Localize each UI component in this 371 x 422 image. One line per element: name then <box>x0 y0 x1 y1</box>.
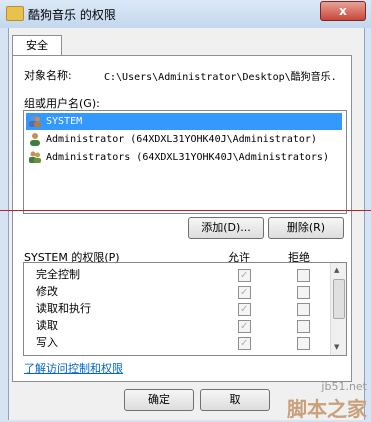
permission-row: 写入 <box>24 334 329 352</box>
user-name: Administrators (64XDXL31YOHK40J\Administ… <box>46 152 329 163</box>
object-name-value: C:\Users\Administrator\Desktop\酷狗音乐. <box>104 72 337 83</box>
user-group-icon <box>29 151 41 163</box>
groups-label: 组或用户名(G): <box>24 97 100 110</box>
allow-checkbox[interactable] <box>238 318 251 335</box>
list-item-administrator[interactable]: Administrator (64XDXL31YOHK40J\Administr… <box>26 131 342 148</box>
folder-icon <box>6 6 24 21</box>
permission-row: 读取和执行 <box>24 300 329 318</box>
deny-checkbox[interactable] <box>297 303 310 316</box>
permission-name: 读取 <box>36 319 58 332</box>
remove-button[interactable]: 删除(R) <box>268 217 344 239</box>
user-icon <box>30 133 40 146</box>
add-button[interactable]: 添加(D)... <box>188 217 264 239</box>
tab-security[interactable]: 安全 <box>12 35 62 56</box>
list-item-system[interactable]: SYSTEM <box>26 113 342 130</box>
scroll-down-icon[interactable]: ▼ <box>334 343 339 351</box>
watermark-site: jb51.net <box>321 380 367 393</box>
user-list[interactable]: SYSTEM Administrator (64XDXL31YOHK40J\Ad… <box>23 110 347 214</box>
window-title: 酷狗音乐 的权限 <box>28 8 116 22</box>
permissions-scrollbar[interactable]: ▲ ▼ <box>330 263 346 355</box>
allow-checkbox[interactable] <box>238 335 251 352</box>
allow-checkbox[interactable] <box>238 284 251 301</box>
allow-checkbox[interactable] <box>238 267 251 284</box>
permission-name: 修改 <box>36 285 58 298</box>
list-item-administrators[interactable]: Administrators (64XDXL31YOHK40J\Administ… <box>26 149 342 166</box>
allow-checkbox[interactable] <box>238 301 251 318</box>
close-button[interactable]: x <box>320 1 366 21</box>
watermark: jb51.net 脚本之家 <box>287 380 367 422</box>
deny-checkbox[interactable] <box>297 337 310 350</box>
user-group-icon <box>29 115 41 127</box>
title-bar: 酷狗音乐 的权限 x <box>0 0 371 28</box>
permission-row: 修改 <box>24 283 329 301</box>
object-name-label: 对象名称: <box>24 69 72 82</box>
user-name: SYSTEM <box>46 116 83 127</box>
divider-line <box>0 210 371 211</box>
permission-name: 完全控制 <box>36 268 80 281</box>
learn-access-control-link[interactable]: 了解访问控制和权限 <box>24 360 123 376</box>
permission-row: 读取 <box>24 317 329 335</box>
scroll-up-icon[interactable]: ▲ <box>334 266 339 274</box>
cancel-button[interactable]: 取 <box>200 389 270 411</box>
ok-button[interactable]: 确定 <box>124 389 194 411</box>
permission-name: 写入 <box>36 336 58 349</box>
deny-checkbox[interactable] <box>297 269 310 282</box>
permission-row: 完全控制 <box>24 266 329 284</box>
deny-checkbox[interactable] <box>297 320 310 333</box>
user-name: Administrator (64XDXL31YOHK40J\Administr… <box>46 134 317 145</box>
permissions-list: 完全控制 修改 读取和执行 读取 写入 ▲ ▼ <box>23 262 347 356</box>
permission-name: 读取和执行 <box>36 302 91 315</box>
deny-checkbox[interactable] <box>297 286 310 299</box>
watermark-brand: 脚本之家 <box>287 397 367 421</box>
scroll-thumb[interactable] <box>333 279 345 319</box>
